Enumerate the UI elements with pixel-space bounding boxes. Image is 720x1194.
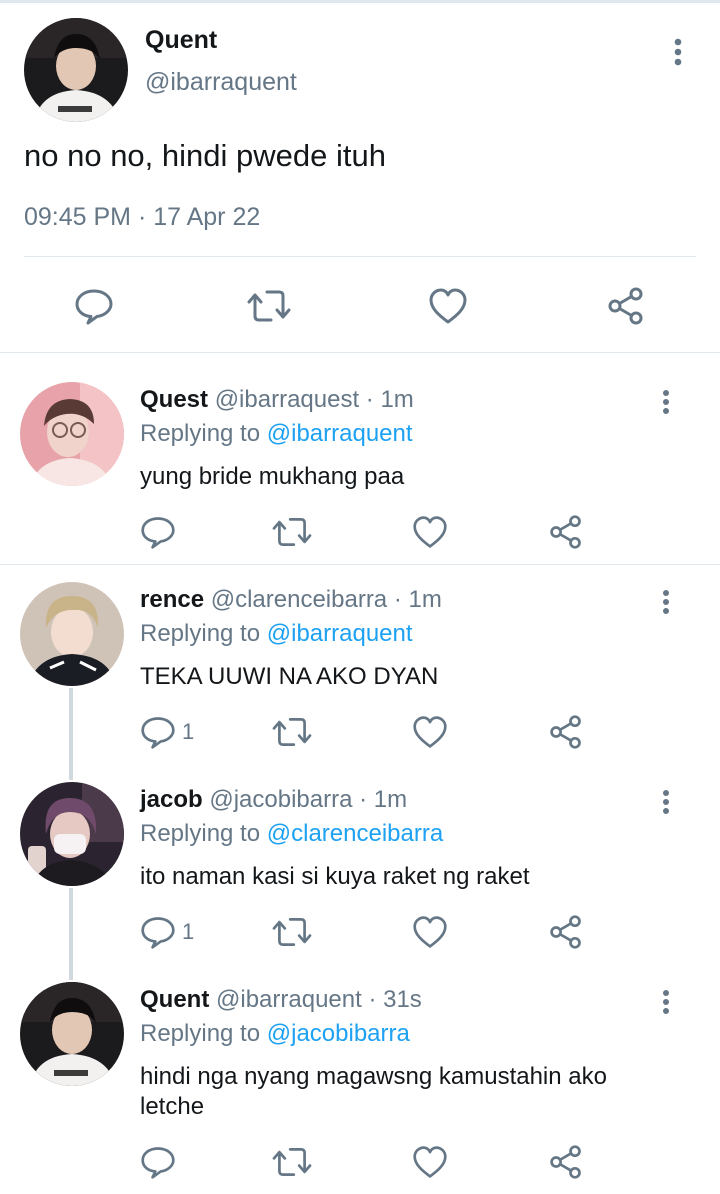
- more-options-icon[interactable]: [650, 588, 682, 620]
- reply-icon: [140, 914, 176, 950]
- thread-line: [69, 888, 73, 980]
- replying-prefix: Replying to: [140, 820, 267, 847]
- reply-count: 1: [182, 919, 195, 944]
- reply-author-name[interactable]: Quest: [140, 386, 208, 413]
- retweet-icon[interactable]: [272, 512, 316, 552]
- replying-to-mention[interactable]: @clarenceibarra: [267, 820, 443, 847]
- avatar[interactable]: [20, 582, 124, 686]
- reply-author-handle[interactable]: @ibarraquest: [215, 386, 359, 413]
- like-icon[interactable]: [412, 1142, 456, 1182]
- reply-icon: [140, 714, 176, 750]
- reply-author-name[interactable]: jacob: [140, 786, 203, 813]
- like-icon[interactable]: [412, 512, 456, 552]
- like-icon[interactable]: [412, 712, 456, 752]
- reply-text: ito naman kasi si kuya raket ng raket: [140, 863, 530, 890]
- divider: [0, 352, 720, 353]
- like-icon[interactable]: [412, 912, 456, 952]
- replying-to-mention[interactable]: @ibarraquent: [267, 420, 413, 447]
- reply-author-name[interactable]: rence: [140, 586, 204, 613]
- separator: ·: [361, 986, 384, 1013]
- reply-author-name[interactable]: Quent: [140, 986, 209, 1013]
- reply-author-handle[interactable]: @ibarraquent: [216, 986, 362, 1013]
- retweet-icon[interactable]: [247, 284, 291, 328]
- replying-to: Replying to @ibarraquent: [140, 620, 413, 648]
- share-icon[interactable]: [548, 512, 592, 552]
- reply-button[interactable]: [140, 1142, 184, 1182]
- retweet-icon[interactable]: [272, 912, 316, 952]
- top-border: [0, 0, 720, 3]
- reply-icon: [140, 514, 176, 550]
- reply-button[interactable]: 1: [140, 912, 194, 952]
- separator: ·: [352, 786, 374, 813]
- divider: [0, 564, 720, 565]
- separator: ·: [387, 586, 409, 613]
- share-icon[interactable]: [548, 712, 592, 752]
- more-options-icon[interactable]: [650, 988, 682, 1020]
- tweet-text: no no no, hindi pwede ituh: [24, 138, 386, 173]
- replying-to: Replying to @clarenceibarra: [140, 820, 443, 848]
- author-name[interactable]: Quent: [145, 26, 217, 55]
- reply-header: rence @clarenceibarra · 1m: [140, 586, 442, 614]
- replying-to: Replying to @ibarraquent: [140, 420, 413, 448]
- reply-time[interactable]: 1m: [408, 586, 441, 613]
- replying-to: Replying to @jacobibarra: [140, 1020, 410, 1048]
- divider: [24, 256, 696, 257]
- retweet-icon[interactable]: [272, 1142, 316, 1182]
- more-options-icon[interactable]: [650, 388, 682, 420]
- avatar[interactable]: [20, 382, 124, 486]
- share-icon[interactable]: [604, 284, 648, 328]
- tweet-timestamp[interactable]: 09:45 PM · 17 Apr 22: [24, 203, 260, 232]
- reply-header: jacob @jacobibarra · 1m: [140, 786, 407, 814]
- replying-to-mention[interactable]: @jacobibarra: [267, 1020, 410, 1047]
- replying-prefix: Replying to: [140, 420, 267, 447]
- reply-button[interactable]: 1: [140, 712, 194, 752]
- more-options-icon[interactable]: [662, 36, 694, 72]
- reply-time[interactable]: 31s: [383, 986, 422, 1013]
- share-icon[interactable]: [548, 912, 592, 952]
- reply-author-handle[interactable]: @clarenceibarra: [211, 586, 387, 613]
- more-options-icon[interactable]: [650, 788, 682, 820]
- reply-button[interactable]: [140, 512, 184, 552]
- retweet-icon[interactable]: [272, 712, 316, 752]
- replying-prefix: Replying to: [140, 1020, 267, 1047]
- avatar[interactable]: [20, 782, 124, 886]
- reply-count: 1: [182, 719, 195, 744]
- avatar[interactable]: [24, 18, 128, 122]
- replying-to-mention[interactable]: @ibarraquent: [267, 620, 413, 647]
- reply-icon: [140, 1144, 176, 1180]
- share-icon[interactable]: [548, 1142, 592, 1182]
- like-icon[interactable]: [426, 284, 470, 328]
- reply-text: yung bride mukhang paa: [140, 463, 405, 490]
- reply-header: Quent @ibarraquent · 31s: [140, 986, 422, 1014]
- reply-text: TEKA UUWI NA AKO DYAN: [140, 663, 439, 690]
- avatar[interactable]: [20, 982, 124, 1086]
- replying-prefix: Replying to: [140, 620, 267, 647]
- separator: ·: [359, 386, 381, 413]
- reply-icon[interactable]: [72, 284, 116, 328]
- reply-author-handle[interactable]: @jacobibarra: [209, 786, 352, 813]
- reply-text: hindi nga nyang magawsng kamustahin ako …: [140, 1063, 607, 1120]
- reply-time[interactable]: 1m: [380, 386, 413, 413]
- reply-time[interactable]: 1m: [374, 786, 407, 813]
- thread-line: [69, 688, 73, 780]
- author-handle[interactable]: @ibarraquent: [145, 68, 297, 97]
- reply-header: Quest @ibarraquest · 1m: [140, 386, 414, 414]
